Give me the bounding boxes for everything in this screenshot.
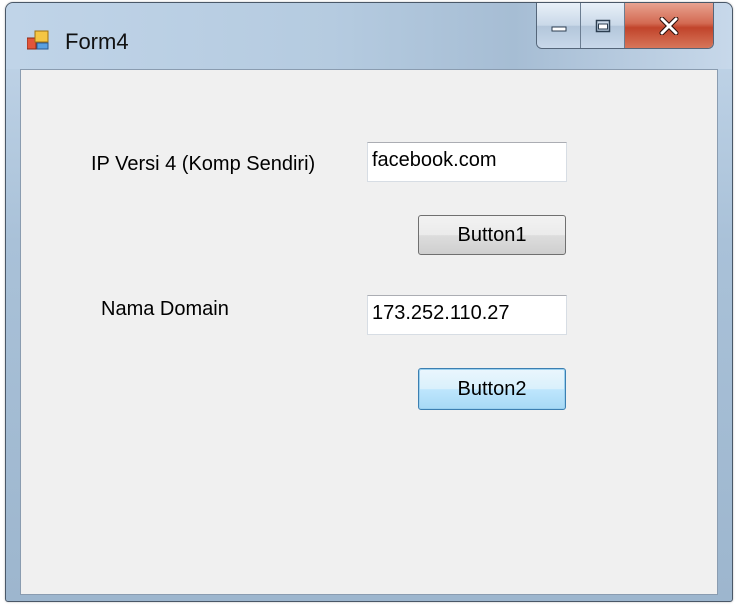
form-client-area: IP Versi 4 (Komp Sendiri) facebook.com B… [20, 69, 718, 595]
restore-icon [595, 19, 610, 32]
minimize-button[interactable] [537, 3, 581, 48]
title-bar[interactable]: Form4 [6, 3, 732, 69]
button1[interactable]: Button1 [418, 215, 566, 255]
ip-textbox[interactable]: facebook.com [367, 142, 567, 182]
window-title: Form4 [65, 29, 129, 54]
form4-window: Form4 IP Versi 4 (Komp Sendiri) facebook… [5, 2, 733, 602]
minimize-icon [551, 26, 566, 31]
form-app-icon [27, 30, 49, 50]
ip-version-label: IP Versi 4 (Komp Sendiri) [91, 153, 316, 175]
domain-name-label: Nama Domain [101, 298, 229, 320]
close-button[interactable] [625, 3, 713, 48]
caption-buttons [536, 3, 714, 49]
maximize-button[interactable] [581, 3, 625, 48]
close-icon [659, 16, 679, 35]
button2[interactable]: Button2 [418, 368, 566, 410]
domain-textbox[interactable]: 173.252.110.27 [367, 295, 567, 335]
